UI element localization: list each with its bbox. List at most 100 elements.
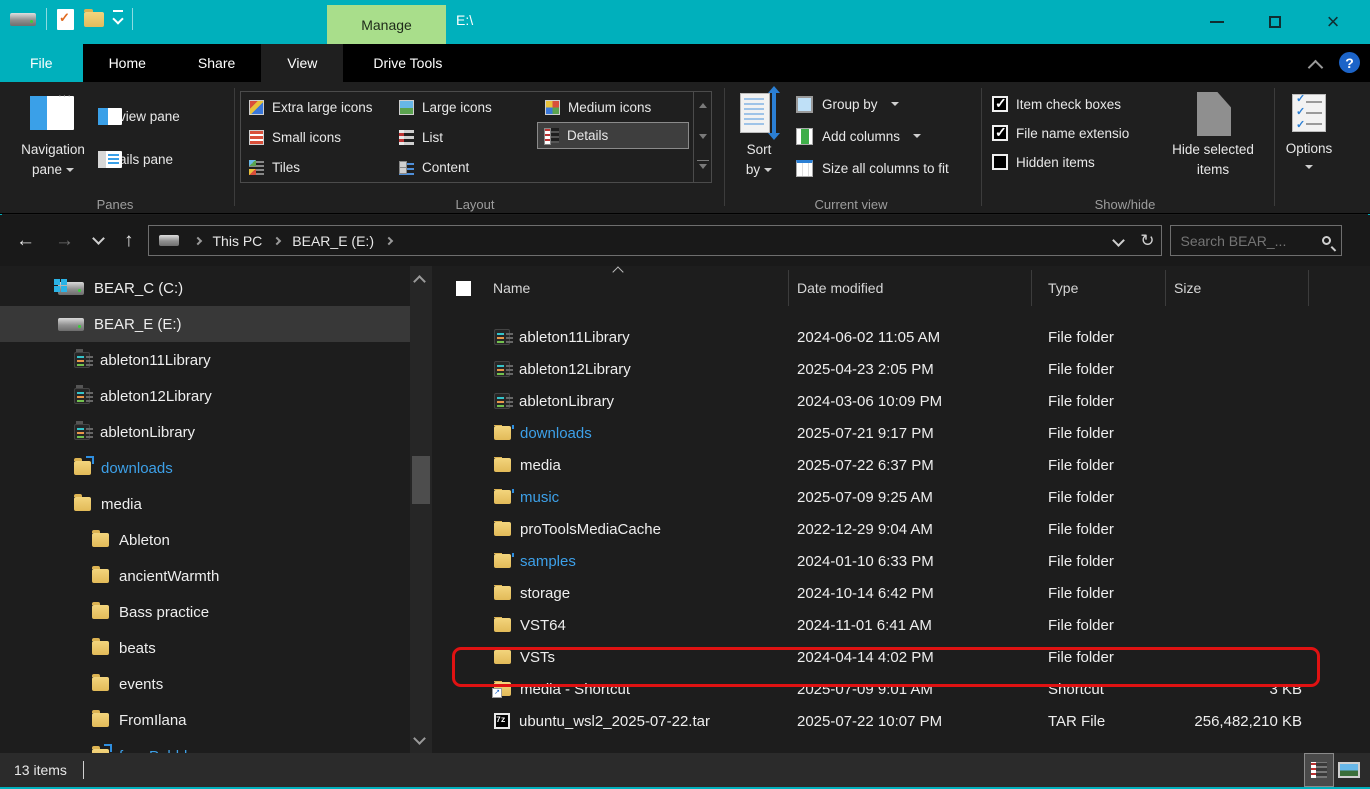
select-all-checkbox[interactable] xyxy=(456,281,471,296)
column-header-size[interactable]: Size xyxy=(1166,270,1309,306)
preview-pane-button[interactable]: Preview pane xyxy=(98,109,180,124)
table-row[interactable]: media 2025-07-22 6:37 PM File folder xyxy=(442,449,1370,481)
table-row[interactable]: proToolsMediaCache 2022-12-29 9:04 AM Fi… xyxy=(442,513,1370,545)
layout-extra-large-icons[interactable]: Extra large icons xyxy=(243,94,379,121)
tab-drive-tools[interactable]: Drive Tools xyxy=(347,44,468,82)
search-input[interactable] xyxy=(1171,233,1301,249)
tree-item-abletonlibrary[interactable]: abletonLibrary xyxy=(0,414,438,450)
tree-item-frompebbles-partial[interactable]: fromPebbles xyxy=(0,738,438,753)
layout-small-icons[interactable]: Small icons xyxy=(243,124,347,151)
tree-item-ableton11library[interactable]: ableton11Library xyxy=(0,342,438,378)
tree-item-bear-c[interactable]: BEAR_C (C:) xyxy=(0,270,438,306)
scroll-up-icon[interactable] xyxy=(699,103,707,108)
table-row[interactable]: samples 2024-01-10 6:33 PM File folder xyxy=(442,545,1370,577)
tree-item-bass-practice[interactable]: Bass practice xyxy=(0,594,438,630)
help-icon[interactable]: ? xyxy=(1339,52,1360,73)
tree-item-fromilana[interactable]: FromIlana xyxy=(0,702,438,738)
layout-content[interactable]: Content xyxy=(393,154,475,181)
tree-item-media[interactable]: media xyxy=(0,486,438,522)
tree-item-ancientwarmth[interactable]: ancientWarmth xyxy=(0,558,438,594)
table-row[interactable]: ableton11Library 2024-06-02 11:05 AM Fil… xyxy=(442,321,1370,353)
collapse-ribbon-icon[interactable] xyxy=(1310,58,1322,70)
tab-home[interactable]: Home xyxy=(83,44,172,82)
show-hide-group-label: Show/hide xyxy=(1050,197,1200,212)
sidebar-scrollbar[interactable] xyxy=(410,266,432,753)
table-row[interactable]: VSTs 2024-04-14 4:02 PM File folder xyxy=(442,641,1370,673)
search-box[interactable] xyxy=(1170,225,1342,256)
scroll-down-icon[interactable] xyxy=(699,134,707,139)
manage-tool-tab[interactable]: Manage xyxy=(327,5,446,44)
hidden-items-checkbox[interactable]: Hidden items xyxy=(992,153,1130,171)
table-row[interactable]: storage 2024-10-14 6:42 PM File folder xyxy=(442,577,1370,609)
refresh-icon[interactable]: ↻ xyxy=(1140,231,1154,251)
hide-selected-items-button[interactable]: Hide selected items xyxy=(1160,140,1266,180)
tree-item-ableton12library[interactable]: ableton12Library xyxy=(0,378,438,414)
group-by-button[interactable]: Group by xyxy=(796,94,899,114)
breadcrumb-drive-e[interactable]: BEAR_E (E:) xyxy=(290,233,376,249)
tab-file[interactable]: File xyxy=(0,44,83,82)
tab-view[interactable]: View xyxy=(261,44,343,82)
maximize-button[interactable] xyxy=(1246,0,1304,44)
layout-list[interactable]: List xyxy=(393,124,449,151)
small-icons-icon xyxy=(249,130,264,145)
table-row[interactable]: ableton12Library 2025-04-23 2:05 PM File… xyxy=(442,353,1370,385)
breadcrumb-this-pc[interactable]: This PC xyxy=(211,233,265,249)
details-pane-button[interactable]: Details pane xyxy=(98,152,173,167)
column-header-type[interactable]: Type xyxy=(1032,270,1166,306)
navigation-pane-button[interactable]: Navigation pane xyxy=(8,140,98,180)
tree-item-label: BEAR_E (E:) xyxy=(94,316,182,333)
file-name-extensions-checkbox[interactable]: File name extensions xyxy=(992,124,1130,142)
address-dropdown-chevron-icon[interactable] xyxy=(1114,236,1124,246)
size-all-columns-button[interactable]: Size all columns to fit xyxy=(796,158,949,178)
table-row[interactable]: music 2025-07-09 9:25 AM File folder xyxy=(442,481,1370,513)
minimize-button[interactable] xyxy=(1188,0,1246,44)
up-button[interactable]: ↑ xyxy=(124,230,134,252)
layout-tiles[interactable]: Tiles xyxy=(243,154,306,181)
tree-item-label: Ableton xyxy=(119,532,170,549)
table-row[interactable]: VST64 2024-11-01 6:41 AM File folder xyxy=(442,609,1370,641)
table-row-highlighted[interactable]: ubuntu_wsl2_2025-07-22.tar 2025-07-22 10… xyxy=(442,705,1370,737)
table-row[interactable]: media - Shortcut 2025-07-09 9:01 AM Shor… xyxy=(442,673,1370,705)
close-button[interactable]: × xyxy=(1304,0,1362,44)
hide-selected-label2: items xyxy=(1197,162,1229,177)
layout-medium-icons[interactable]: Medium icons xyxy=(539,94,657,121)
navigation-pane-icon[interactable] xyxy=(30,96,74,130)
search-icon[interactable] xyxy=(1322,236,1331,245)
table-row[interactable]: abletonLibrary 2024-03-06 10:09 PM File … xyxy=(442,385,1370,417)
tree-item-downloads[interactable]: downloads xyxy=(0,450,438,486)
tree-item-beats[interactable]: beats xyxy=(0,630,438,666)
customize-chevron-icon[interactable] xyxy=(114,15,122,23)
thumbnails-view-button[interactable] xyxy=(1334,753,1364,787)
tree-item-bear-e[interactable]: BEAR_E (E:) xyxy=(0,306,410,342)
breadcrumb-chevron-icon xyxy=(385,236,393,244)
tree-item-events[interactable]: events xyxy=(0,666,438,702)
tab-share[interactable]: Share xyxy=(172,44,261,82)
address-box[interactable]: This PC BEAR_E (E:) ↻ xyxy=(148,225,1162,256)
column-label: Date modified xyxy=(797,280,883,296)
file-name: music xyxy=(520,489,559,506)
add-columns-button[interactable]: Add columns xyxy=(796,126,921,146)
tree-item-ableton[interactable]: Ableton xyxy=(0,522,438,558)
scrollbar-thumb[interactable] xyxy=(412,456,430,504)
layout-item-label: Large icons xyxy=(422,100,492,115)
folder-icon xyxy=(494,522,511,536)
layout-large-icons[interactable]: Large icons xyxy=(393,94,498,121)
layout-details-selected[interactable]: Details xyxy=(537,122,689,149)
scrollbar-up-icon[interactable] xyxy=(415,274,425,284)
recent-locations-chevron-icon[interactable] xyxy=(94,234,104,244)
table-row[interactable]: downloads 2025-07-21 9:17 PM File folder xyxy=(442,417,1370,449)
column-header-date-modified[interactable]: Date modified xyxy=(789,270,1032,306)
gallery-more-icon[interactable] xyxy=(699,164,707,169)
folder-icon[interactable] xyxy=(84,12,104,27)
options-button[interactable]: Options xyxy=(1281,140,1337,176)
chevron-down-icon xyxy=(764,168,772,172)
item-check-boxes-checkbox[interactable]: Item check boxes xyxy=(992,95,1130,113)
sort-by-button[interactable]: Sort by xyxy=(735,140,783,180)
tree-item-label: media xyxy=(101,496,142,513)
details-view-button[interactable] xyxy=(1304,753,1334,787)
forward-button[interactable]: → xyxy=(55,230,74,252)
scrollbar-down-icon[interactable] xyxy=(415,734,425,744)
gallery-scroll-arrows[interactable] xyxy=(693,92,711,182)
back-button[interactable]: ← xyxy=(16,230,35,252)
check-document-icon[interactable] xyxy=(57,9,74,30)
